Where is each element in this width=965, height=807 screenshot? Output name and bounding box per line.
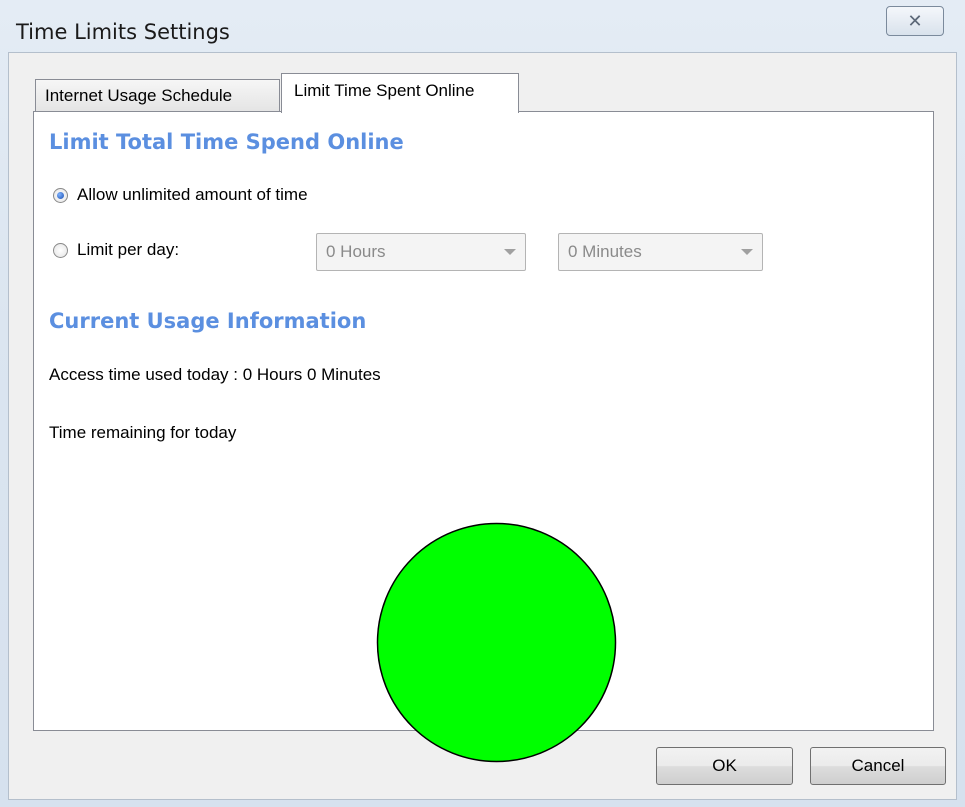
radio-label: Allow unlimited amount of time: [77, 185, 308, 204]
tab-internet-usage-schedule[interactable]: Internet Usage Schedule: [35, 79, 280, 112]
ok-button[interactable]: OK: [656, 747, 793, 785]
close-icon: ✕: [907, 10, 923, 31]
tab-limit-time-spent-online[interactable]: Limit Time Spent Online: [281, 73, 519, 113]
tab-label: Internet Usage Schedule: [45, 86, 233, 105]
title-bar: Time Limits Settings ✕: [0, 0, 965, 60]
minutes-dropdown-value: 0 Minutes: [568, 242, 642, 261]
radio-button-unchecked[interactable]: [53, 242, 68, 258]
radio-limit-per-day[interactable]: Limit per day:: [53, 240, 179, 260]
time-limits-dialog: Time Limits Settings ✕ Internet Usage Sc…: [0, 0, 965, 807]
radio-label: Limit per day:: [77, 240, 180, 259]
tab-label: Limit Time Spent Online: [294, 80, 475, 100]
close-button[interactable]: ✕: [886, 6, 944, 36]
limit-section-heading: Limit Total Time Spend Online: [49, 130, 404, 154]
chevron-down-icon: [504, 249, 516, 255]
hours-dropdown[interactable]: 0 Hours: [316, 233, 526, 271]
time-remaining-slice: [376, 522, 617, 763]
radio-allow-unlimited[interactable]: Allow unlimited amount of time: [53, 185, 308, 205]
chevron-down-icon: [741, 249, 753, 255]
cancel-button[interactable]: Cancel: [810, 747, 946, 785]
dialog-client-area: Internet Usage Schedule Limit Time Spent…: [8, 52, 957, 800]
access-time-used-text: Access time used today : 0 Hours 0 Minut…: [49, 365, 381, 384]
hours-dropdown-value: 0 Hours: [326, 242, 386, 261]
radio-button-checked[interactable]: [53, 187, 68, 203]
usage-section-heading: Current Usage Information: [49, 309, 367, 333]
time-remaining-pie: [376, 522, 617, 763]
window-title: Time Limits Settings: [16, 20, 230, 44]
minutes-dropdown[interactable]: 0 Minutes: [558, 233, 763, 271]
time-remaining-label: Time remaining for today: [49, 423, 237, 442]
